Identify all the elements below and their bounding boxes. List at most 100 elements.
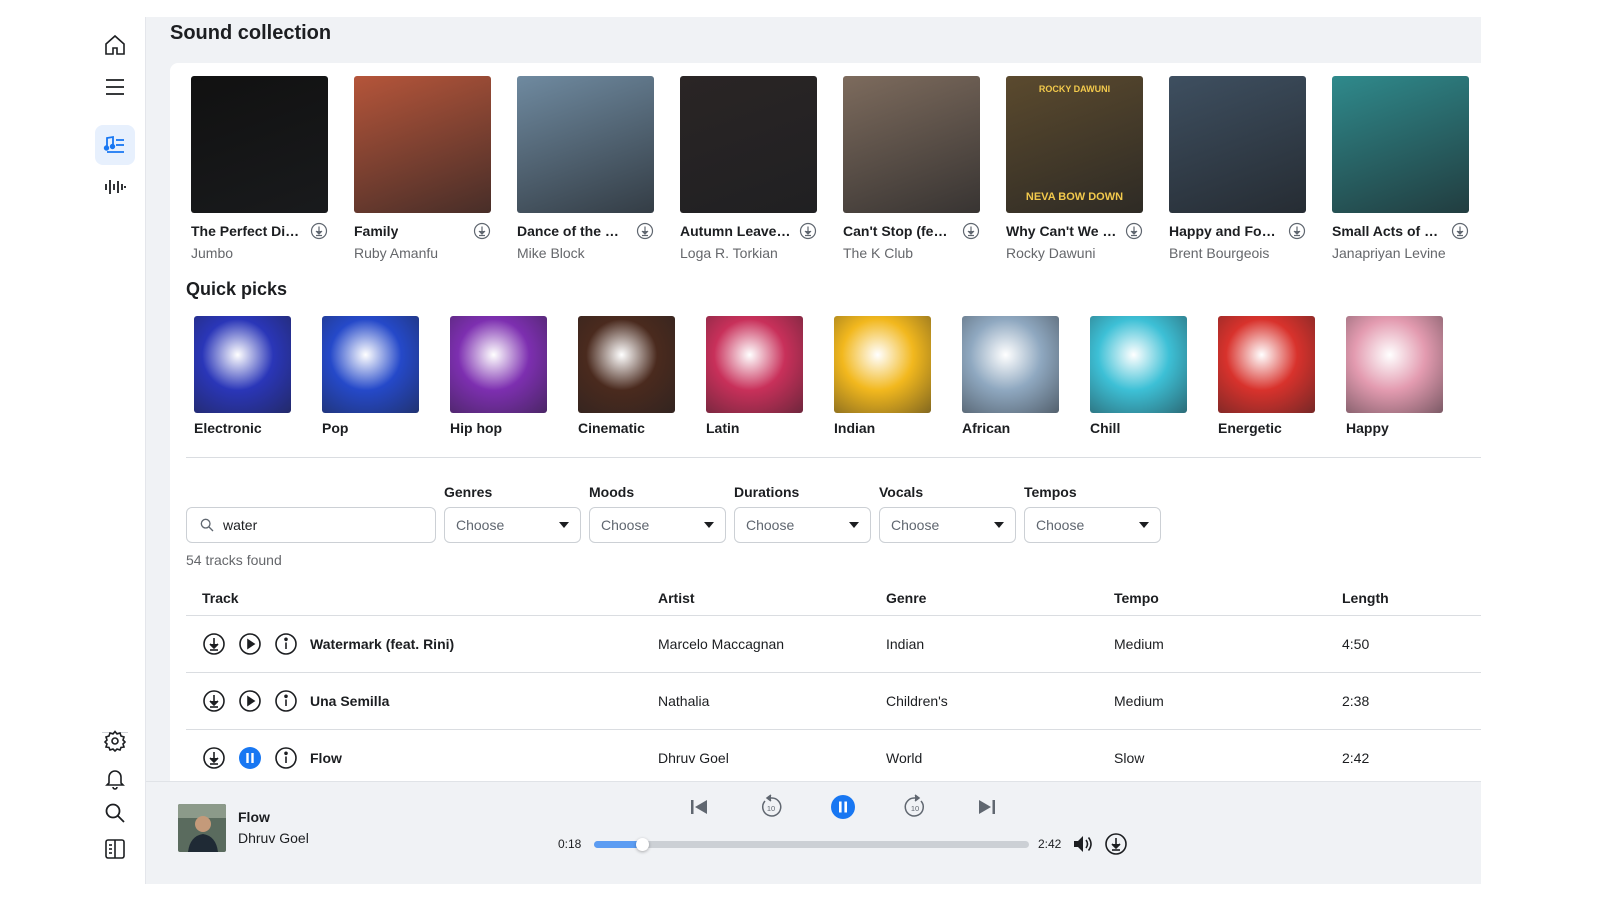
album-title[interactable]: Can't Stop (feat... — [843, 223, 955, 239]
quick-pick-label[interactable]: Pop — [322, 420, 419, 436]
album-artwork[interactable] — [1332, 76, 1469, 213]
quick-pick-label[interactable]: Hip hop — [450, 420, 547, 436]
home-button[interactable] — [95, 25, 135, 65]
waveform-button[interactable] — [95, 167, 135, 207]
album-artwork[interactable] — [354, 76, 491, 213]
quick-pick-label[interactable]: Electronic — [194, 420, 291, 436]
panel-toggle-button[interactable] — [95, 829, 135, 869]
album-card[interactable]: Small Acts of D... Janapriyan Levine — [1332, 76, 1469, 261]
download-icon[interactable] — [202, 689, 226, 713]
progress-handle[interactable] — [636, 838, 650, 851]
quick-pick-image[interactable] — [322, 316, 419, 413]
album-title[interactable]: Small Acts of D... — [1332, 223, 1444, 239]
album-card[interactable]: Happy and Fore... Brent Bourgeois — [1169, 76, 1306, 261]
info-icon[interactable] — [274, 689, 298, 713]
download-icon[interactable] — [202, 632, 226, 656]
album-artwork[interactable] — [191, 76, 328, 213]
filter-select[interactable]: Choose — [444, 507, 581, 543]
info-icon[interactable] — [274, 632, 298, 656]
quick-pick-label[interactable]: African — [962, 420, 1059, 436]
quick-pick-label[interactable]: Cinematic — [578, 420, 675, 436]
album-card[interactable]: Autumn Leaves... Loga R. Torkian — [680, 76, 817, 261]
pause-button[interactable] — [830, 794, 856, 820]
download-icon[interactable] — [1104, 832, 1128, 856]
menu-button[interactable] — [95, 67, 135, 107]
quick-pick-image[interactable] — [450, 316, 547, 413]
album-artwork[interactable] — [843, 76, 980, 213]
quick-pick-electronic[interactable]: Electronic — [194, 316, 291, 436]
quick-pick-image[interactable] — [1346, 316, 1443, 413]
quick-pick-label[interactable]: Happy — [1346, 420, 1443, 436]
quick-pick-pop[interactable]: Pop — [322, 316, 419, 436]
album-card[interactable]: The Perfect Dis... Jumbo — [191, 76, 328, 261]
quick-pick-hip-hop[interactable]: Hip hop — [450, 316, 547, 436]
album-title[interactable]: Happy and Fore... — [1169, 223, 1281, 239]
column-header-artist[interactable]: Artist — [658, 590, 695, 606]
track-title[interactable]: Una Semilla — [310, 693, 389, 709]
track-title[interactable]: Watermark (feat. Rini) — [310, 636, 454, 652]
progress-bar[interactable] — [594, 838, 1029, 851]
play-icon[interactable] — [238, 689, 262, 713]
previous-track-button[interactable] — [686, 794, 712, 820]
forward-10-button[interactable]: 10 — [902, 794, 928, 820]
table-row[interactable]: Flow Dhruv Goel World Slow 2:42 — [186, 729, 1481, 786]
table-row[interactable]: Una Semilla Nathalia Children's Medium 2:38 — [186, 672, 1481, 729]
download-icon[interactable] — [962, 222, 980, 240]
filter-select[interactable]: Choose — [589, 507, 726, 543]
column-header-track[interactable]: Track — [202, 590, 239, 606]
filter-select[interactable]: Choose — [1024, 507, 1161, 543]
download-icon[interactable] — [1288, 222, 1306, 240]
table-row[interactable]: Watermark (feat. Rini) Marcelo Maccagnan I… — [186, 615, 1481, 672]
album-title[interactable]: Autumn Leaves... — [680, 223, 792, 239]
search-button[interactable] — [95, 793, 135, 833]
pause-icon[interactable] — [238, 746, 262, 770]
settings-button[interactable] — [95, 721, 135, 761]
album-artwork[interactable] — [517, 76, 654, 213]
quick-pick-image[interactable] — [834, 316, 931, 413]
download-icon[interactable] — [473, 222, 491, 240]
music-library-button[interactable] — [95, 125, 135, 165]
quick-pick-happy[interactable]: Happy — [1346, 316, 1443, 436]
play-icon[interactable] — [238, 632, 262, 656]
search-box[interactable] — [186, 507, 436, 543]
download-icon[interactable] — [202, 746, 226, 770]
download-icon[interactable] — [1451, 222, 1469, 240]
quick-pick-label[interactable]: Latin — [706, 420, 803, 436]
quick-pick-chill[interactable]: Chill — [1090, 316, 1187, 436]
album-title[interactable]: Why Can't We B... — [1006, 223, 1118, 239]
quick-pick-cinematic[interactable]: Cinematic — [578, 316, 675, 436]
download-icon[interactable] — [799, 222, 817, 240]
info-icon[interactable] — [274, 746, 298, 770]
quick-pick-label[interactable]: Energetic — [1218, 420, 1315, 436]
quick-pick-energetic[interactable]: Energetic — [1218, 316, 1315, 436]
album-artwork[interactable]: ROCKY DAWUNI NEVA BOW DOWN — [1006, 76, 1143, 213]
search-input[interactable] — [223, 517, 423, 533]
album-card[interactable]: Dance of the Re... Mike Block — [517, 76, 654, 261]
quick-pick-image[interactable] — [1218, 316, 1315, 413]
quick-pick-image[interactable] — [706, 316, 803, 413]
track-title[interactable]: Flow — [310, 750, 342, 766]
download-icon[interactable] — [1125, 222, 1143, 240]
quick-pick-label[interactable]: Chill — [1090, 420, 1187, 436]
next-track-button[interactable] — [974, 794, 1000, 820]
quick-pick-image[interactable] — [578, 316, 675, 413]
quick-pick-image[interactable] — [194, 316, 291, 413]
album-title[interactable]: Dance of the Re... — [517, 223, 629, 239]
album-title[interactable]: Family — [354, 223, 398, 239]
album-title[interactable]: The Perfect Dis... — [191, 223, 303, 239]
notifications-button[interactable] — [95, 758, 135, 798]
album-artwork[interactable] — [1169, 76, 1306, 213]
filter-select[interactable]: Choose — [734, 507, 871, 543]
download-icon[interactable] — [310, 222, 328, 240]
quick-pick-indian[interactable]: Indian — [834, 316, 931, 436]
download-icon[interactable] — [636, 222, 654, 240]
column-header-tempo[interactable]: Tempo — [1114, 590, 1159, 606]
column-header-length[interactable]: Length — [1342, 590, 1389, 606]
quick-pick-label[interactable]: Indian — [834, 420, 931, 436]
quick-pick-latin[interactable]: Latin — [706, 316, 803, 436]
album-card[interactable]: Can't Stop (feat... The K Club — [843, 76, 980, 261]
filter-select[interactable]: Choose — [879, 507, 1016, 543]
quick-pick-image[interactable] — [962, 316, 1059, 413]
rewind-10-button[interactable]: 10 — [758, 794, 784, 820]
album-card[interactable]: Family Ruby Amanfu — [354, 76, 491, 261]
